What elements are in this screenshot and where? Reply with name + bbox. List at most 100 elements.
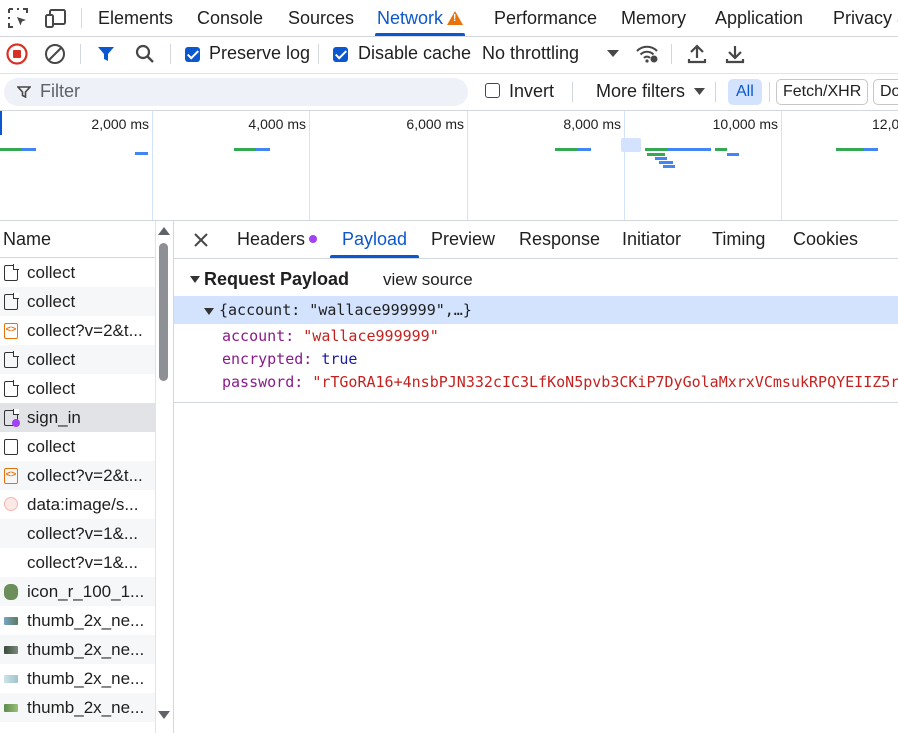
tab-memory[interactable]: Memory — [621, 0, 686, 36]
search-icon[interactable] — [134, 43, 156, 65]
clear-icon[interactable] — [44, 43, 66, 65]
tab-headers[interactable]: Headers — [237, 221, 318, 258]
tab-network-label: Network — [377, 8, 444, 28]
payload-field-account[interactable]: account: "wallace999999" — [222, 327, 439, 345]
filter-bar: Filter Invert More filters All Fetch/XHR… — [0, 74, 898, 111]
throttling-select[interactable]: No throttling — [482, 43, 579, 64]
name-header-label: Name — [3, 229, 52, 249]
field-key: encrypted — [222, 350, 304, 368]
tick-label: 10,000 ms — [712, 116, 778, 132]
filter-funnel-icon[interactable] — [96, 44, 116, 64]
request-row[interactable]: collect — [0, 287, 155, 316]
filter-placeholder: Filter — [40, 81, 80, 101]
timeline-start-marker — [0, 111, 2, 135]
request-row[interactable]: thumb_2x_ne... — [0, 693, 155, 722]
request-row[interactable]: collect — [0, 258, 155, 287]
invert-checkbox[interactable] — [485, 83, 500, 98]
request-name: collect — [27, 379, 76, 398]
request-row[interactable]: collect — [0, 374, 155, 403]
disable-cache-label[interactable]: Disable cache — [358, 43, 471, 64]
tab-preview[interactable]: Preview — [431, 221, 495, 258]
disable-cache-checkbox[interactable] — [333, 47, 348, 62]
payload-field-password[interactable]: password: "rTGoRA16+4nsbPJN332cIC3LfKoN5… — [222, 373, 898, 391]
more-filters-button[interactable]: More filters — [596, 81, 685, 102]
chevron-down-icon[interactable] — [607, 50, 619, 58]
thumbnail-icon — [4, 675, 18, 683]
tab-elements[interactable]: Elements — [98, 0, 173, 36]
devtools-tab-bar: Elements Console Sources Network Perform… — [0, 0, 898, 37]
invert-label[interactable]: Invert — [509, 81, 554, 102]
request-row[interactable]: thumb_2x_ne... — [0, 635, 155, 664]
import-har-icon[interactable] — [686, 43, 708, 65]
request-row[interactable]: thumb_2x_ne... — [0, 664, 155, 693]
script-icon: <> — [4, 468, 18, 484]
request-row[interactable]: <> collect?v=2&t... — [0, 316, 155, 345]
network-conditions-icon[interactable] — [635, 43, 659, 65]
preserve-log-checkbox[interactable] — [185, 47, 200, 62]
scroll-down-icon[interactable] — [158, 711, 170, 720]
request-name: thumb_2x_ne... — [27, 640, 145, 659]
network-toolbar: Preserve log Disable cache No throttling — [0, 36, 898, 74]
preserve-log-label[interactable]: Preserve log — [209, 43, 310, 64]
tab-timing[interactable]: Timing — [712, 221, 765, 258]
fetch-dot-icon — [12, 419, 20, 427]
name-column-header[interactable]: Name — [0, 221, 173, 258]
request-name: thumb_2x_ne... — [27, 669, 145, 688]
request-row[interactable]: <> collect?v=2&t... — [0, 461, 155, 490]
expand-triangle-icon[interactable] — [204, 308, 214, 315]
request-row[interactable]: collect?v=1&... — [0, 519, 155, 548]
request-name: collect?v=2&t... — [27, 321, 143, 340]
collapse-triangle-icon[interactable] — [190, 276, 200, 283]
document-icon — [4, 380, 19, 397]
payload-summary: {account: "wallace999999",…} — [219, 301, 472, 319]
stop-recording-icon[interactable] — [6, 43, 28, 65]
scrollbar-thumb[interactable] — [159, 243, 168, 381]
request-row[interactable]: icon_r_100_1... — [0, 577, 155, 606]
request-payload-title[interactable]: Request Payload — [204, 269, 349, 290]
device-toolbar-icon[interactable] — [44, 6, 68, 30]
export-har-icon[interactable] — [724, 43, 746, 65]
request-name: collect — [27, 437, 76, 456]
payload-field-encrypted[interactable]: encrypted: true — [222, 350, 357, 368]
type-filter-fetch-xhr[interactable]: Fetch/XHR — [776, 79, 869, 105]
tab-privacy[interactable]: Privacy a — [833, 0, 898, 36]
request-row[interactable]: thumb_2x_ne... — [0, 606, 155, 635]
field-value: "wallace999999" — [303, 327, 439, 345]
tick-label: 6,000 ms — [406, 116, 464, 132]
request-name: collect?v=1&... — [27, 553, 139, 572]
field-value: true — [321, 350, 358, 368]
request-name: sign_in — [27, 408, 81, 427]
tab-headers-label: Headers — [237, 229, 306, 249]
type-filter-all[interactable]: All — [728, 79, 762, 105]
type-filter-doc[interactable]: Do — [873, 79, 898, 105]
request-list: collect collect <> collect?v=2&t... colle… — [0, 258, 155, 722]
tab-console[interactable]: Console — [197, 0, 263, 36]
request-row[interactable]: collect — [0, 432, 155, 461]
request-row[interactable]: data:image/s... — [0, 490, 155, 519]
inspect-element-icon[interactable] — [6, 6, 30, 30]
view-source-link[interactable]: view source — [383, 270, 473, 290]
network-overview[interactable]: 2,000 ms 4,000 ms 6,000 ms 8,000 ms 10,0… — [0, 111, 898, 221]
request-name: thumb_2x_ne... — [27, 611, 145, 630]
request-row[interactable]: collect?v=1&... — [0, 548, 155, 577]
tab-initiator[interactable]: Initiator — [622, 221, 681, 258]
request-row[interactable]: collect — [0, 345, 155, 374]
tab-payload[interactable]: Payload — [329, 221, 420, 258]
tab-response[interactable]: Response — [519, 221, 600, 258]
tab-network[interactable]: Network — [374, 0, 466, 36]
tab-performance[interactable]: Performance — [494, 0, 597, 36]
request-row-selected[interactable]: sign_in — [0, 403, 155, 432]
tab-sources[interactable]: Sources — [288, 0, 354, 36]
field-key: password — [222, 373, 295, 391]
request-name: data:image/s... — [27, 495, 139, 514]
detail-tab-bar: Headers Payload Preview Response Initiat… — [174, 221, 898, 259]
scroll-up-icon[interactable] — [158, 227, 170, 236]
payload-panel: Request Payload view source {account: "w… — [174, 259, 898, 403]
tick-label: 12,0 — [872, 116, 898, 132]
tab-application[interactable]: Application — [715, 0, 803, 36]
close-icon[interactable] — [194, 233, 208, 247]
tick-label: 4,000 ms — [248, 116, 306, 132]
field-value: "rTGoRA16+4nsbPJN332cIC3LfKoN5pvb3CKiP7D… — [312, 373, 898, 391]
tab-cookies[interactable]: Cookies — [793, 221, 858, 258]
chevron-down-icon[interactable] — [694, 88, 705, 96]
